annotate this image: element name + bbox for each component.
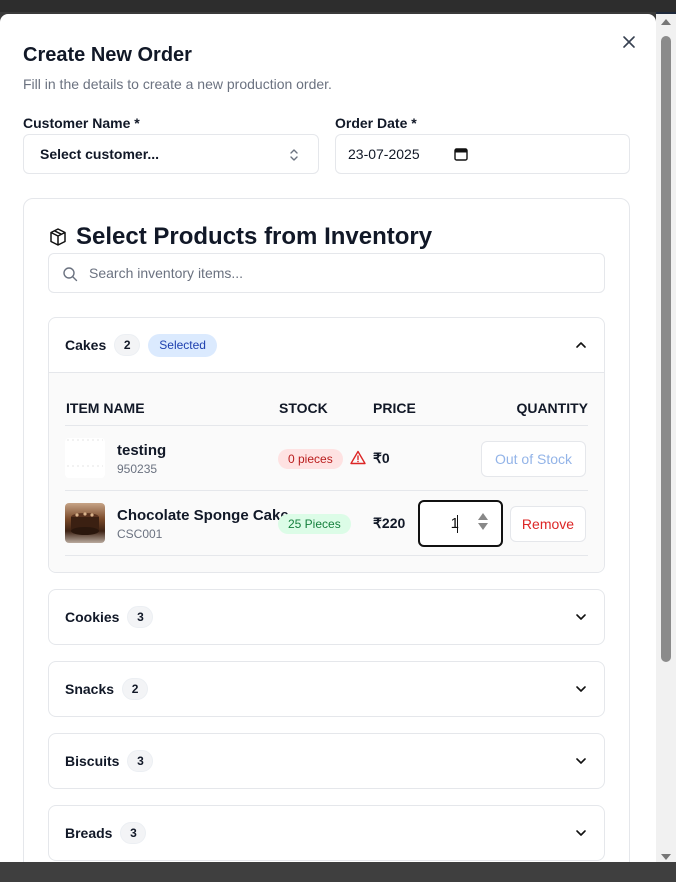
stock-badge: 25 Pieces: [278, 514, 351, 534]
scroll-up-arrow-icon[interactable]: [661, 19, 671, 25]
category-biscuits-header[interactable]: Biscuits 3: [49, 734, 604, 788]
broken-image-icon: [67, 439, 103, 467]
selected-badge: Selected: [148, 333, 217, 357]
category-snacks: Snacks 2: [48, 661, 605, 717]
background-top-bar: [0, 0, 676, 12]
category-snacks-header[interactable]: Snacks 2: [49, 662, 604, 716]
text-cursor: [457, 515, 458, 533]
category-count-badge: 3: [127, 750, 154, 772]
modal-scrollbar[interactable]: [656, 14, 676, 862]
category-count-badge: 2: [114, 334, 141, 356]
scroll-down-arrow-icon[interactable]: [661, 854, 671, 860]
order-date-value: 23-07-2025: [348, 146, 420, 162]
chevron-up-icon: [576, 342, 586, 348]
close-icon: [623, 36, 635, 48]
warning-icon: [350, 450, 366, 465]
item-name: testing: [117, 442, 167, 459]
item-price: ₹0: [373, 450, 390, 466]
category-name: Snacks: [65, 681, 115, 697]
category-count-badge: 3: [120, 822, 147, 844]
inventory-search-input[interactable]: Search inventory items...: [48, 253, 605, 293]
category-count-badge: 3: [127, 606, 154, 628]
category-breads-header[interactable]: Breads 3: [49, 806, 604, 860]
category-breads: Breads 3: [48, 805, 605, 861]
category-name: Cookies: [65, 609, 120, 625]
column-quantity: QUANTITY: [516, 400, 588, 416]
quantity-spin-buttons[interactable]: [478, 513, 488, 530]
product-image: [65, 503, 105, 543]
calendar-icon[interactable]: [454, 147, 468, 161]
remove-button[interactable]: Remove: [510, 506, 586, 542]
stock-badge: 0 pieces: [278, 449, 343, 469]
scroll-thumb[interactable]: [661, 36, 671, 662]
chevron-down-icon: [576, 830, 586, 836]
category-cookies-header[interactable]: Cookies 3: [49, 590, 604, 644]
item-code: CSC001: [117, 527, 163, 541]
order-date-label: Order Date *: [335, 115, 417, 131]
category-name: Cakes: [65, 337, 107, 353]
chevron-down-icon: [576, 614, 586, 620]
category-name: Biscuits: [65, 753, 120, 769]
category-cakes: Cakes 2 Selected ITEM NAME STOCK PRICE Q…: [48, 317, 605, 573]
chevron-down-icon: [576, 686, 586, 692]
search-icon: [63, 267, 78, 282]
order-date-input[interactable]: 23-07-2025: [335, 134, 630, 174]
customer-select-value: Select customer...: [40, 146, 160, 162]
category-cakes-body: ITEM NAME STOCK PRICE QUANTITY testing 9…: [49, 372, 604, 572]
item-name: Chocolate Sponge Cake: [117, 507, 289, 524]
inventory-title: Select Products from Inventory: [48, 223, 432, 251]
category-biscuits: Biscuits 3: [48, 733, 605, 789]
table-row: Chocolate Sponge Cake CSC001 25 Pieces ₹…: [65, 491, 588, 556]
column-stock: STOCK: [279, 400, 328, 416]
column-item-name: ITEM NAME: [66, 400, 145, 416]
inventory-panel: Select Products from Inventory Search in…: [23, 198, 630, 862]
chocolate-cake-image: [71, 512, 99, 535]
category-name: Breads: [65, 825, 113, 841]
background-bottom-bar: [0, 862, 676, 882]
category-count-badge: 2: [122, 678, 149, 700]
customer-name-label: Customer Name *: [23, 115, 140, 131]
column-price: PRICE: [373, 400, 416, 416]
category-cookies: Cookies 3: [48, 589, 605, 645]
items-table-header: ITEM NAME STOCK PRICE QUANTITY: [65, 398, 588, 426]
quantity-stepper[interactable]: 1: [418, 500, 503, 547]
modal-subtitle: Fill in the details to create a new prod…: [23, 76, 332, 92]
inventory-title-text: Select Products from Inventory: [76, 223, 433, 250]
product-image: [65, 438, 105, 478]
out-of-stock-button[interactable]: Out of Stock: [481, 441, 586, 477]
chevron-updown-icon: [290, 149, 298, 161]
modal-title: Create New Order: [23, 44, 192, 66]
item-code: 950235: [117, 462, 158, 476]
create-order-modal: Create New Order Fill in the details to …: [0, 14, 656, 862]
item-price: ₹220: [373, 515, 406, 531]
package-icon: [50, 228, 66, 246]
chevron-down-icon: [576, 758, 586, 764]
close-button[interactable]: [617, 30, 641, 54]
customer-select[interactable]: Select customer...: [23, 134, 319, 174]
category-cakes-header[interactable]: Cakes 2 Selected: [49, 318, 604, 372]
search-placeholder: Search inventory items...: [89, 265, 244, 281]
table-row: testing 950235 0 pieces ₹0 Out of Stock: [65, 426, 588, 491]
